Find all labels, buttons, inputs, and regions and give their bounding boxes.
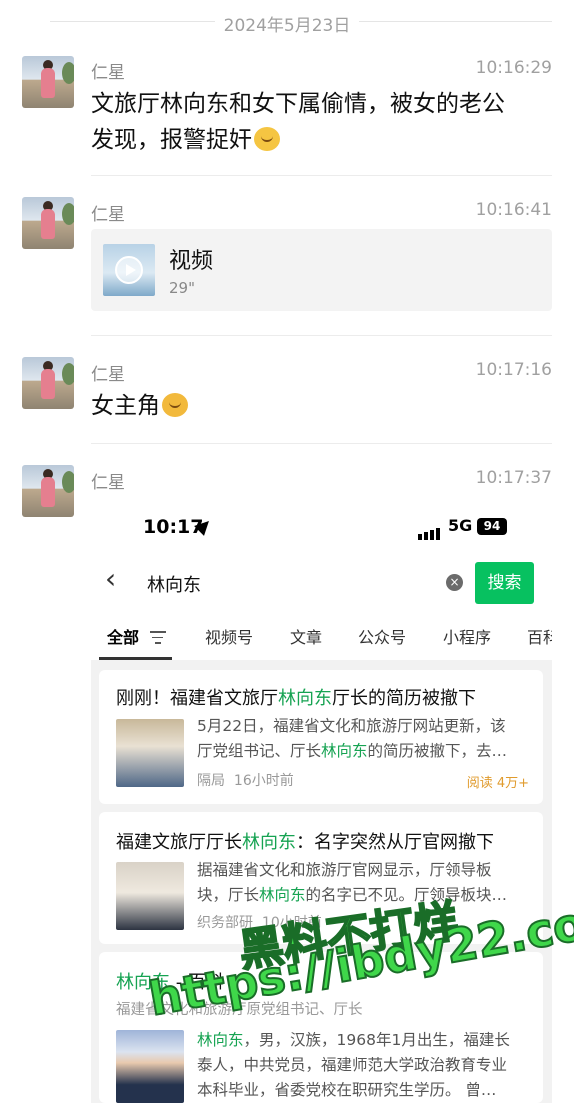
divider xyxy=(91,335,552,336)
play-icon xyxy=(115,256,143,284)
read-count: 阅读 4万+ xyxy=(466,776,529,791)
avatar[interactable] xyxy=(22,197,74,249)
signal-icon xyxy=(418,521,442,540)
divider xyxy=(359,21,552,22)
result-thumbnail xyxy=(116,862,184,930)
divider xyxy=(91,175,552,176)
message-time: 10:17:16 xyxy=(475,360,552,380)
search-input[interactable]: 林向东 × xyxy=(133,562,471,602)
message-line: 文旅厅林向东和女下属偷情，被女的老公 xyxy=(91,91,505,117)
back-arrow-icon[interactable]: ‹ xyxy=(105,565,116,593)
tab-official-accounts[interactable]: 公众号 xyxy=(358,624,406,648)
video-title: 视频 xyxy=(169,249,214,274)
result-title: 刚刚！福建省文旅厅林向东厅长的简历被撤下 xyxy=(116,688,476,709)
message-time: 10:17:37 xyxy=(475,468,552,488)
sender-name: 仁星 xyxy=(91,365,125,385)
avatar[interactable] xyxy=(22,357,74,409)
tab-all[interactable]: 全部 xyxy=(107,624,139,648)
tab-mini-programs[interactable]: 小程序 xyxy=(443,624,491,648)
result-title: 福建文旅厅厅长林向东：名字突然从厅官网撤下 xyxy=(116,832,494,853)
tab-channels[interactable]: 视频号 xyxy=(205,624,253,648)
search-button[interactable]: 搜索 xyxy=(475,562,534,604)
video-duration: 29" xyxy=(169,279,195,297)
divider xyxy=(91,443,552,444)
status-bar: 10:17 5G 94 xyxy=(91,502,552,550)
message-line: 女主角 xyxy=(91,393,160,419)
tab-articles[interactable]: 文章 xyxy=(290,624,322,648)
sender-name: 仁星 xyxy=(91,205,125,225)
video-message-card[interactable]: 视频 29" xyxy=(91,229,552,311)
search-bar: ‹ 林向东 × 搜索 xyxy=(91,550,552,612)
message-line: 发现，报警捉奸 xyxy=(91,127,252,153)
message-time: 10:16:41 xyxy=(475,200,552,220)
clear-icon[interactable]: × xyxy=(446,574,463,591)
sender-name: 仁星 xyxy=(91,473,125,493)
avatar[interactable] xyxy=(22,465,74,517)
result-meta: 隔局 16小时前 xyxy=(197,773,294,789)
video-thumbnail xyxy=(103,244,155,296)
date-separator: 2024年5月23日 xyxy=(0,8,574,36)
doge-emoji-icon xyxy=(254,127,280,151)
tab-encyclopedia[interactable]: 百科 xyxy=(527,624,552,648)
result-thumbnail xyxy=(116,1030,184,1103)
message-time: 10:16:29 xyxy=(475,58,552,78)
tab-bar: 全部 视频号 文章 公众号 小程序 百科 xyxy=(91,612,552,660)
message-text[interactable]: 文旅厅林向东和女下属偷情，被女的老公 发现，报警捉奸 xyxy=(91,86,551,158)
message-text[interactable]: 女主角 xyxy=(91,388,551,424)
filter-icon[interactable] xyxy=(150,631,166,648)
result-thumbnail xyxy=(116,719,184,787)
sender-name: 仁星 xyxy=(91,63,125,83)
avatar[interactable] xyxy=(22,56,74,108)
wink-emoji-icon xyxy=(162,393,188,417)
network-label: 5G xyxy=(448,516,473,535)
battery-icon: 94 xyxy=(477,518,507,535)
result-description: 林向东，男，汉族，1968年1月出生，福建长 泰人，中共党员，福建师范大学政治教… xyxy=(197,1031,510,1099)
search-query: 林向东 xyxy=(147,575,201,596)
result-description: 5月22日，福建省文化和旅游厅网站更新，该 厅党组书记、厅长林向东的简历被撤下，… xyxy=(197,717,508,760)
date-label: 2024年5月23日 xyxy=(223,16,351,36)
search-result-card[interactable]: 刚刚！福建省文旅厅林向东厅长的简历被撤下 5月22日，福建省文化和旅游厅网站更新… xyxy=(99,670,543,804)
active-tab-indicator xyxy=(99,657,172,660)
